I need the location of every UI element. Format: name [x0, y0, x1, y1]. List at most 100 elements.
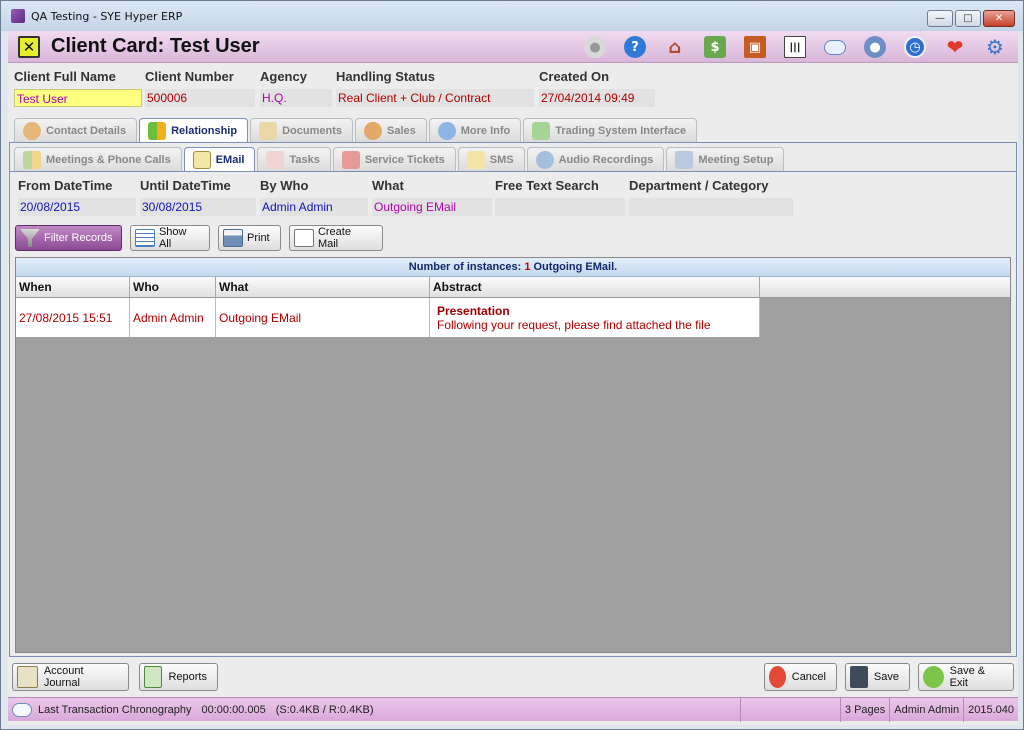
heart-icon[interactable]: ❤ [942, 34, 968, 60]
funnel-icon [20, 229, 40, 247]
column-when[interactable]: When [16, 277, 130, 297]
from-datetime-input[interactable]: 20/08/2015 [18, 198, 136, 216]
action-buttons: Filter Records Show All Print Create Mai… [15, 225, 383, 251]
status-bar: Last Transaction Chronography 00:00:00.0… [8, 697, 1018, 722]
print-button[interactable]: Print [218, 225, 281, 251]
status-version: 2015.040 [963, 697, 1018, 722]
user-icon[interactable]: ● [862, 34, 888, 60]
maximize-button[interactable]: □ [955, 10, 981, 27]
status-pages: 3 Pages [839, 697, 889, 722]
app-logo-icon [11, 9, 25, 23]
cell-abstract: Presentation Following your request, ple… [430, 298, 760, 337]
status-sizes: (S:0.4KB / R:0.4KB) [275, 703, 374, 716]
filter-records-button[interactable]: Filter Records [15, 225, 122, 251]
tab-contact-details[interactable]: Contact Details [14, 118, 138, 142]
client-area: ✕ Client Card: Test User ● ? ⌂ $ ▣ ||| ●… [8, 31, 1018, 725]
what-field: What Outgoing EMail [372, 178, 492, 216]
header-toolbar: ● ? ⌂ $ ▣ ||| ● ◷ ❤ ⚙ [582, 34, 1008, 60]
title-bar: QA Testing - SYE Hyper ERP — □ ✕ [1, 1, 1023, 31]
factory-icon[interactable]: ▣ [742, 34, 768, 60]
show-all-button[interactable]: Show All [130, 225, 210, 251]
tab-audio-recordings[interactable]: Audio Recordings [526, 147, 665, 171]
tab-meeting-setup[interactable]: Meeting Setup [666, 147, 785, 171]
email-panel: From DateTime 20/08/2015 Until DateTime … [10, 171, 1016, 656]
client-number-value: 500006 [145, 89, 255, 107]
tab-documents[interactable]: Documents [250, 118, 353, 142]
instance-count: 1 [524, 261, 531, 273]
bottom-right-buttons: Cancel Save Save & Exit [764, 663, 1014, 691]
tab-relationship[interactable]: Relationship [139, 118, 249, 143]
tab-sales[interactable]: Sales [355, 118, 427, 142]
printer-icon [223, 229, 243, 247]
save-button[interactable]: Save [845, 663, 910, 691]
grid-caption: Number of instances: 1 Outgoing EMail. [16, 258, 1010, 277]
email-body-preview: Following your request, please find atta… [437, 317, 711, 332]
by-who-select[interactable]: Admin Admin [260, 198, 368, 216]
save-exit-button[interactable]: Save & Exit [918, 663, 1014, 691]
agency-value: H.Q. [260, 89, 332, 107]
report-icon [144, 666, 163, 688]
money-icon[interactable]: $ [702, 34, 728, 60]
up-down-arrows-icon [148, 122, 167, 140]
by-who-field: By Who Admin Admin [260, 178, 368, 216]
reports-button[interactable]: Reports [139, 663, 218, 691]
contact-person-icon [23, 121, 41, 140]
help-icon[interactable]: ? [622, 34, 648, 60]
status-duration: 00:00:00.005 [201, 703, 266, 716]
account-journal-button[interactable]: Account Journal [12, 663, 129, 691]
first-aid-icon [341, 150, 360, 169]
calendar-icon [675, 150, 694, 169]
filter-fields: From DateTime 20/08/2015 Until DateTime … [18, 178, 798, 218]
close-window-button[interactable]: ✕ [983, 10, 1015, 27]
barcode-icon[interactable]: ||| [782, 34, 808, 60]
tab-email[interactable]: EMail [183, 147, 256, 172]
clock-icon[interactable]: ◷ [902, 34, 928, 60]
free-text-search-input[interactable] [495, 198, 625, 216]
minimize-button[interactable]: — [927, 10, 953, 27]
email-subject: Presentation [437, 303, 510, 318]
column-abstract[interactable]: Abstract [430, 277, 760, 297]
tab-more-info[interactable]: More Info [428, 118, 522, 142]
documents-icon [259, 121, 278, 140]
table-row[interactable]: 27/08/2015 15:51 Admin Admin Outgoing EM… [16, 298, 1010, 337]
tab-meetings-phone-calls[interactable]: Meetings & Phone Calls [14, 147, 182, 171]
lightbulb-icon[interactable]: ● [582, 34, 608, 60]
department-category-select[interactable] [629, 198, 793, 216]
status-user: Admin Admin [889, 697, 963, 722]
from-datetime-field: From DateTime 20/08/2015 [18, 178, 136, 216]
until-datetime-input[interactable]: 30/08/2015 [140, 198, 256, 216]
agency-field: Agency H.Q. [260, 69, 332, 107]
journal-icon [17, 666, 38, 688]
until-datetime-field: Until DateTime 30/08/2015 [140, 178, 256, 216]
client-info: Client Full Name Test User Client Number… [14, 69, 1014, 113]
tab-tasks[interactable]: Tasks [257, 147, 331, 171]
envelope-add-icon [294, 229, 314, 247]
main-tabs: Contact Details Relationship Documents S… [14, 118, 698, 143]
cloud-icon[interactable] [822, 34, 848, 60]
gear-icon[interactable]: ⚙ [982, 34, 1008, 60]
note-icon [466, 150, 485, 169]
created-on-value: 27/04/2014 09:49 [539, 89, 655, 107]
tab-sms[interactable]: SMS [457, 147, 525, 171]
tab-service-tickets[interactable]: Service Tickets [332, 147, 456, 171]
tab-trading-system-interface[interactable]: Trading System Interface [523, 118, 698, 142]
home-icon[interactable]: ⌂ [662, 34, 688, 60]
cancel-button[interactable]: Cancel [764, 663, 837, 691]
envelope-icon [192, 151, 211, 169]
column-what[interactable]: What [216, 277, 430, 297]
trend-chart-icon [532, 121, 551, 140]
info-icon [437, 121, 456, 140]
free-text-search-field: Free Text Search [495, 178, 625, 216]
cell-when: 27/08/2015 15:51 [16, 298, 130, 337]
what-select[interactable]: Outgoing EMail [372, 198, 492, 216]
cloud-sync-icon [12, 702, 32, 717]
client-number-field: Client Number 500006 [145, 69, 255, 107]
created-on-field: Created On 27/04/2014 09:49 [539, 69, 655, 107]
client-full-name-input[interactable]: Test User [14, 89, 142, 107]
status-spacer [739, 697, 840, 722]
column-who[interactable]: Who [130, 277, 216, 297]
page-title: Client Card: Test User [51, 35, 260, 57]
app-window: QA Testing - SYE Hyper ERP — □ ✕ ✕ Clien… [0, 0, 1024, 730]
close-card-button[interactable]: ✕ [18, 35, 40, 58]
create-mail-button[interactable]: Create Mail [289, 225, 383, 251]
